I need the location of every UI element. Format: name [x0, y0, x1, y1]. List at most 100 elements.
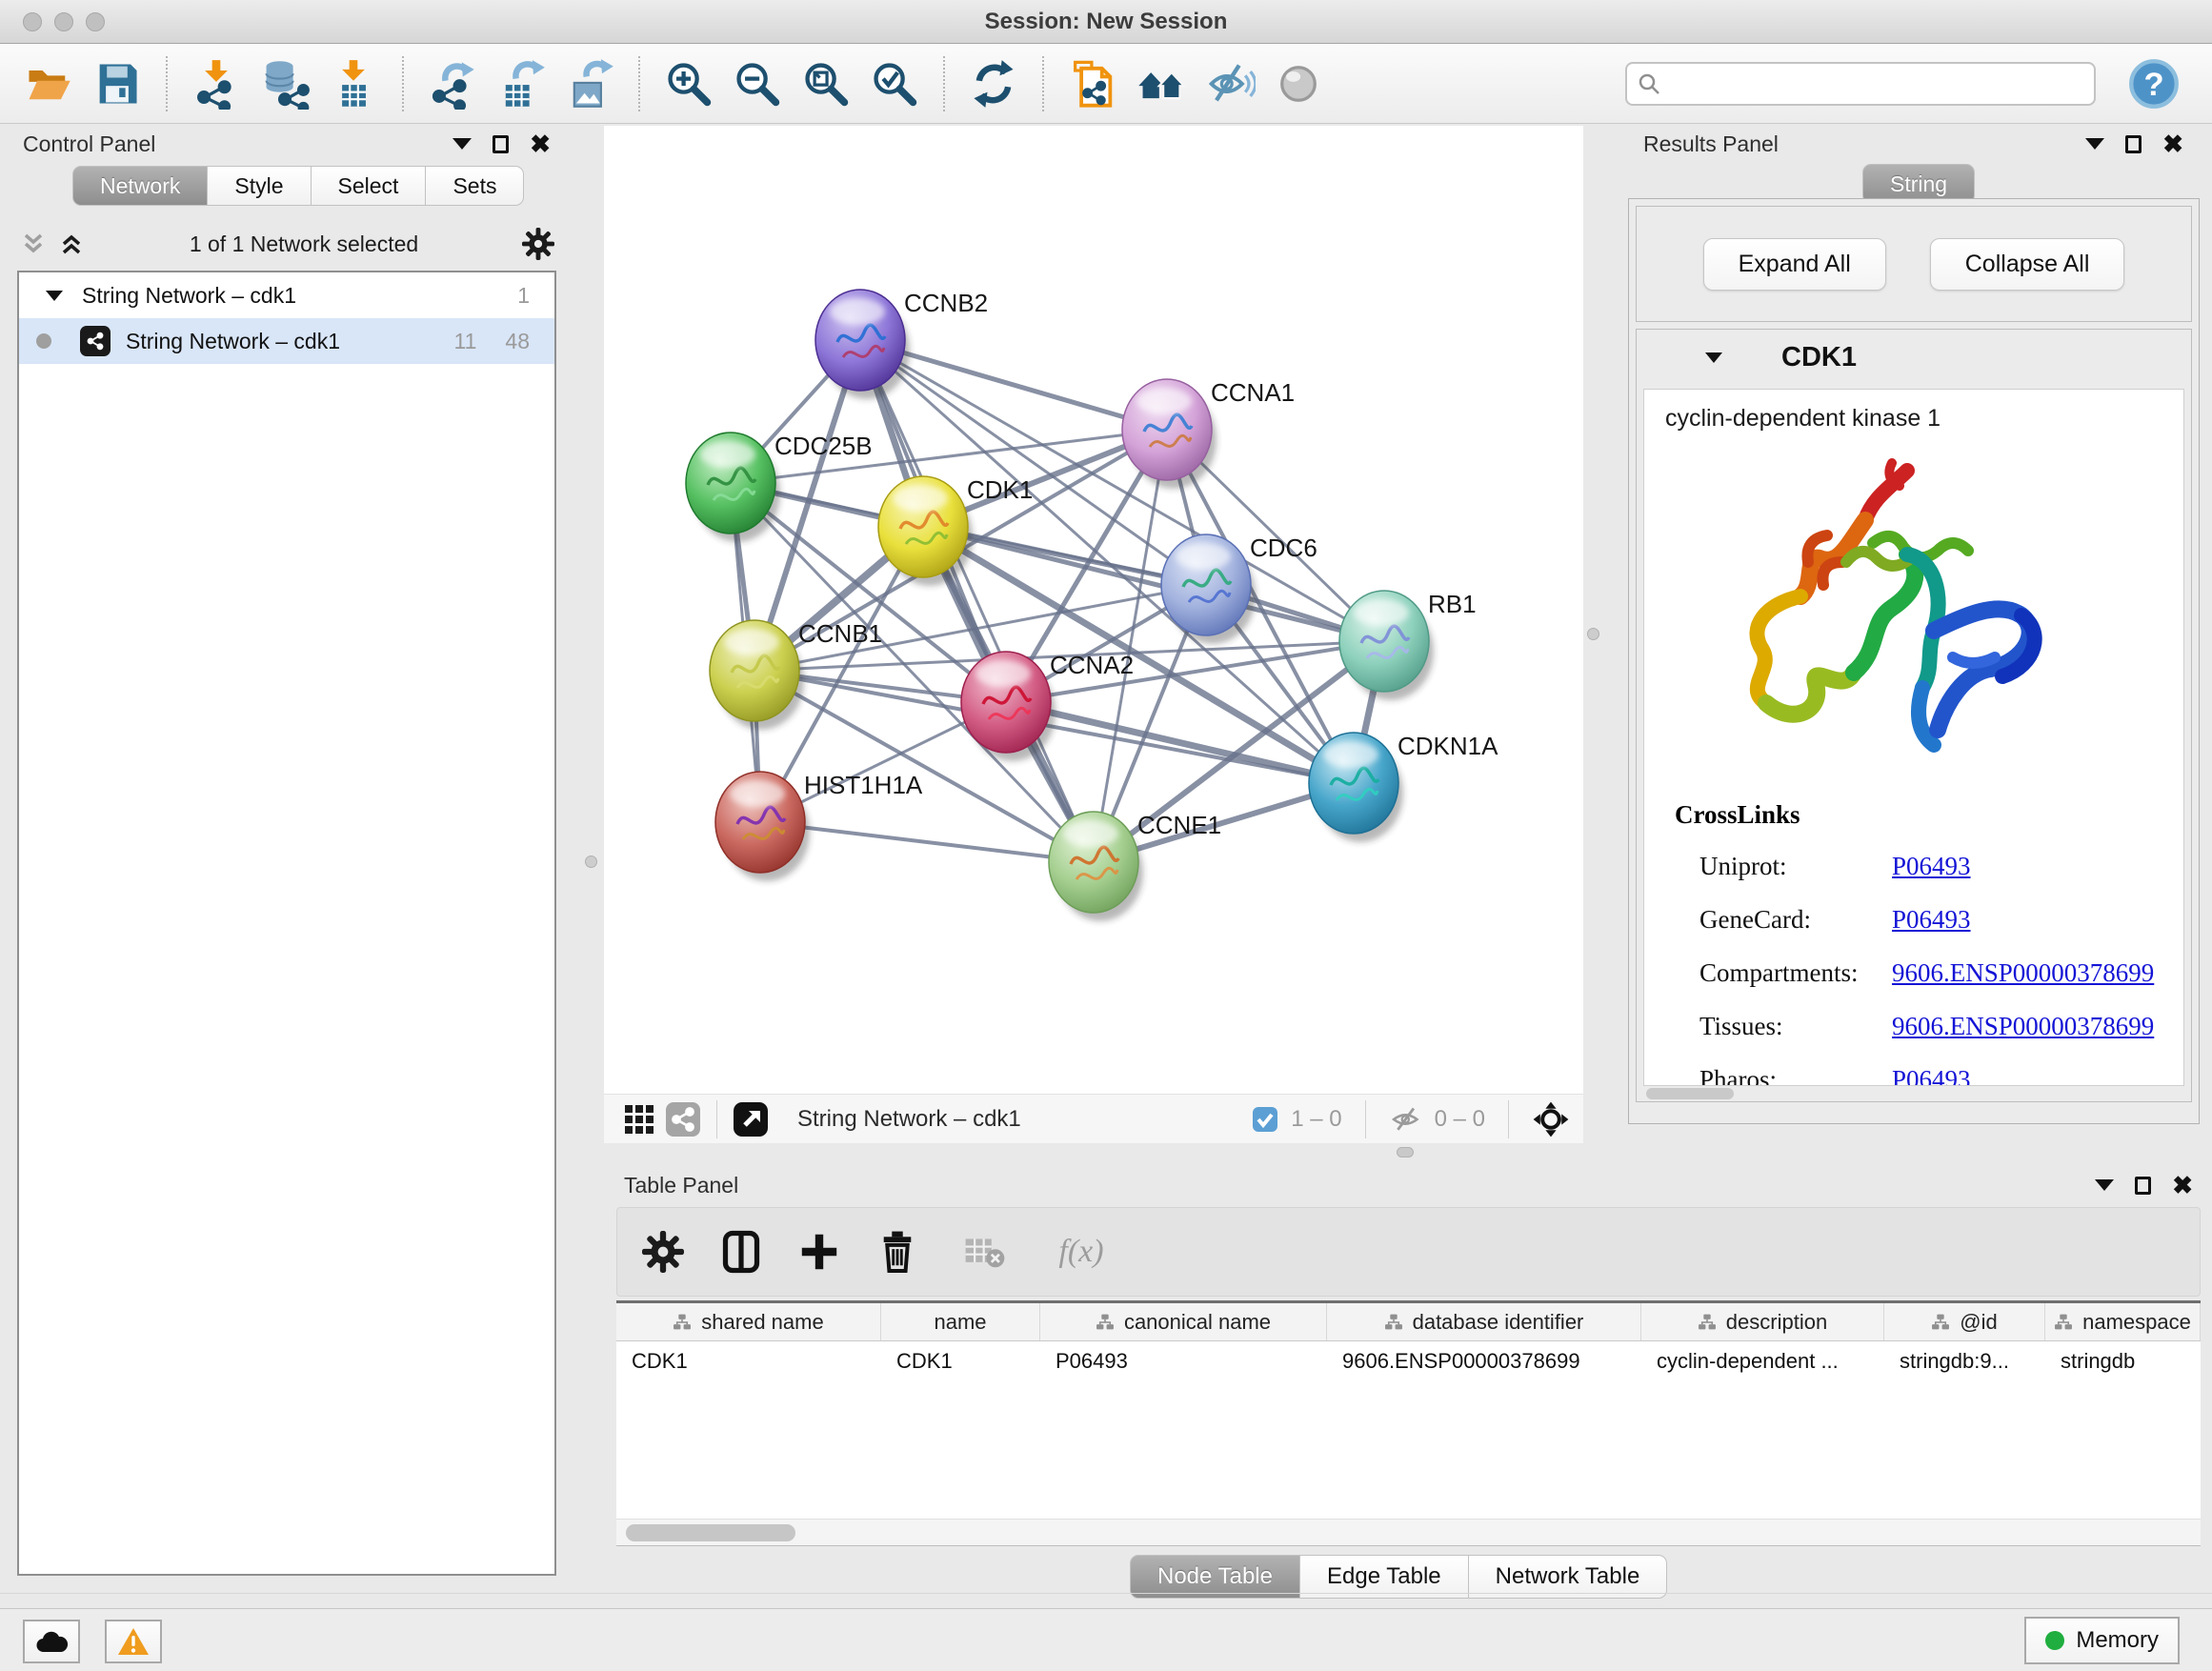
results-hscrollbar-thumb[interactable] [1646, 1088, 1734, 1099]
crosslink-link[interactable]: 9606.ENSP00000378699 [1892, 958, 2154, 988]
cell-description[interactable]: cyclin-dependent ... [1641, 1341, 1884, 1381]
column-header-database-identifier[interactable]: database identifier [1327, 1303, 1641, 1340]
search-input[interactable] [1669, 71, 2084, 96]
column-header-canonical-name[interactable]: canonical name [1040, 1303, 1327, 1340]
network-node-ccna2[interactable]: CCNA2 [961, 651, 1134, 761]
column-header-description[interactable]: description [1641, 1303, 1884, 1340]
close-panel-icon[interactable]: ✖ [2172, 1173, 2193, 1198]
node-label-rb1: RB1 [1428, 590, 1477, 618]
left-splitter-handle[interactable] [585, 856, 597, 868]
apply-layout-button[interactable] [962, 51, 1025, 116]
float-panel-icon[interactable] [2125, 135, 2142, 153]
export-table-button[interactable] [490, 51, 553, 116]
memory-button[interactable]: Memory [2024, 1617, 2180, 1664]
birdseye-view-button[interactable] [729, 1100, 773, 1138]
window-close-button[interactable] [23, 12, 42, 31]
tab-network[interactable]: Network [72, 166, 208, 206]
right-splitter-handle[interactable] [1587, 628, 1599, 640]
panel-menu-icon[interactable] [2085, 138, 2104, 150]
network-node-cdc25b[interactable]: CDC25B [686, 432, 873, 542]
help-button[interactable]: ? [2122, 51, 2185, 116]
network-canvas[interactable]: CCNB2CCNA1CDC25BCDK1CDC6RB1CCNB1CCNA2CDK… [604, 126, 1583, 1094]
presentation-mode-button[interactable] [1267, 51, 1330, 116]
hide-glass-panel-button[interactable] [1198, 51, 1261, 116]
export-network-button[interactable] [421, 51, 484, 116]
string-import-button[interactable] [1061, 51, 1124, 116]
cell-name[interactable]: CDK1 [881, 1341, 1040, 1381]
crosslink-link[interactable]: P06493 [1892, 852, 1971, 881]
column-header-namespace[interactable]: namespace [2045, 1303, 2201, 1340]
cell-canonical-name[interactable]: P06493 [1040, 1341, 1327, 1381]
network-collection-row[interactable]: String Network – cdk1 1 [19, 272, 554, 318]
table-hscrollbar-thumb[interactable] [626, 1524, 795, 1541]
collapse-all-button[interactable]: Collapse All [1930, 238, 2125, 291]
zoom-out-button[interactable] [726, 51, 789, 116]
import-network-from-database-button[interactable] [253, 51, 316, 116]
grid-view-button[interactable] [617, 1100, 661, 1138]
float-panel-icon[interactable] [2135, 1177, 2151, 1195]
crosslink-link[interactable]: P06493 [1892, 905, 1971, 935]
close-panel-icon[interactable]: ✖ [2162, 131, 2183, 156]
close-panel-icon[interactable]: ✖ [530, 131, 551, 156]
collapse-all-networks-icon[interactable] [57, 230, 86, 258]
network-node-cdkn1a[interactable]: CDKN1A [1309, 732, 1498, 842]
window-maximize-button[interactable] [86, 12, 105, 31]
network-node-cdk1[interactable]: CDK1 [878, 475, 1033, 586]
table-row[interactable]: CDK1CDK1P064939606.ENSP00000378699cyclin… [616, 1341, 2201, 1381]
export-image-button[interactable] [558, 51, 621, 116]
gene-header[interactable]: CDK1 [1637, 330, 2191, 385]
center-view-crosshair-icon[interactable] [1532, 1100, 1570, 1138]
node-table: shared namenamecanonical namedatabase id… [616, 1300, 2201, 1546]
crosslink-link[interactable]: P06493 [1892, 1065, 1971, 1087]
string-view-button[interactable] [661, 1100, 705, 1138]
delete-column-button[interactable] [873, 1225, 922, 1278]
table-splitter-handle[interactable] [1397, 1147, 1414, 1158]
column-header-name[interactable]: name [881, 1303, 1040, 1340]
cell-namespace[interactable]: stringdb [2045, 1341, 2201, 1381]
string-home-button[interactable] [1130, 51, 1193, 116]
collapse-gene-icon[interactable] [1705, 352, 1722, 363]
show-column-button[interactable] [716, 1225, 766, 1278]
import-table-button[interactable] [322, 51, 385, 116]
import-network-icon [191, 58, 242, 110]
cell-shared-name[interactable]: CDK1 [616, 1341, 881, 1381]
create-column-button[interactable] [794, 1225, 844, 1278]
column-header--id[interactable]: @id [1884, 1303, 2045, 1340]
window-controls[interactable] [23, 12, 105, 31]
table-options-button[interactable] [638, 1225, 688, 1278]
column-header-shared-name[interactable]: shared name [616, 1303, 881, 1340]
warnings-button[interactable] [105, 1620, 162, 1663]
panel-menu-icon[interactable] [452, 138, 472, 150]
import-network-button[interactable] [185, 51, 248, 116]
zoom-in-button[interactable] [657, 51, 720, 116]
toolbar-separator [716, 1100, 717, 1138]
network-node-ccnb2[interactable]: CCNB2 [815, 289, 988, 399]
network-row-selected[interactable]: String Network – cdk1 11 48 [19, 318, 554, 364]
save-session-button[interactable] [86, 51, 149, 116]
table-hscrollbar[interactable] [616, 1519, 2201, 1545]
network-options-gear-icon[interactable] [522, 228, 554, 260]
cell--id[interactable]: stringdb:9... [1884, 1341, 2045, 1381]
tab-style[interactable]: Style [207, 166, 311, 206]
columns-icon [721, 1230, 761, 1274]
string-network-icon [80, 326, 111, 356]
cloud-status-button[interactable] [23, 1620, 80, 1663]
selected-checkbox-icon[interactable] [1251, 1105, 1279, 1134]
expand-all-networks-icon[interactable] [19, 230, 48, 258]
zoom-fit-button[interactable] [794, 51, 857, 116]
zoom-selected-button[interactable] [863, 51, 926, 116]
network-node-hist1h1a[interactable]: HIST1H1A [715, 771, 923, 881]
panel-menu-icon[interactable] [2095, 1179, 2114, 1191]
cell-database-identifier[interactable]: 9606.ENSP00000378699 [1327, 1341, 1641, 1381]
window-minimize-button[interactable] [54, 12, 73, 31]
crosslink-link[interactable]: 9606.ENSP00000378699 [1892, 1012, 2154, 1041]
expand-all-button[interactable]: Expand All [1703, 238, 1886, 291]
tab-sets[interactable]: Sets [425, 166, 524, 206]
tab-select[interactable]: Select [311, 166, 427, 206]
collapse-collection-icon[interactable] [46, 291, 63, 301]
open-session-button[interactable] [17, 51, 80, 116]
network-node-ccna1[interactable]: CCNA1 [1122, 378, 1295, 489]
network-node-rb1[interactable]: RB1 [1339, 590, 1477, 700]
search-box[interactable] [1625, 62, 2096, 106]
float-panel-icon[interactable] [493, 135, 509, 153]
